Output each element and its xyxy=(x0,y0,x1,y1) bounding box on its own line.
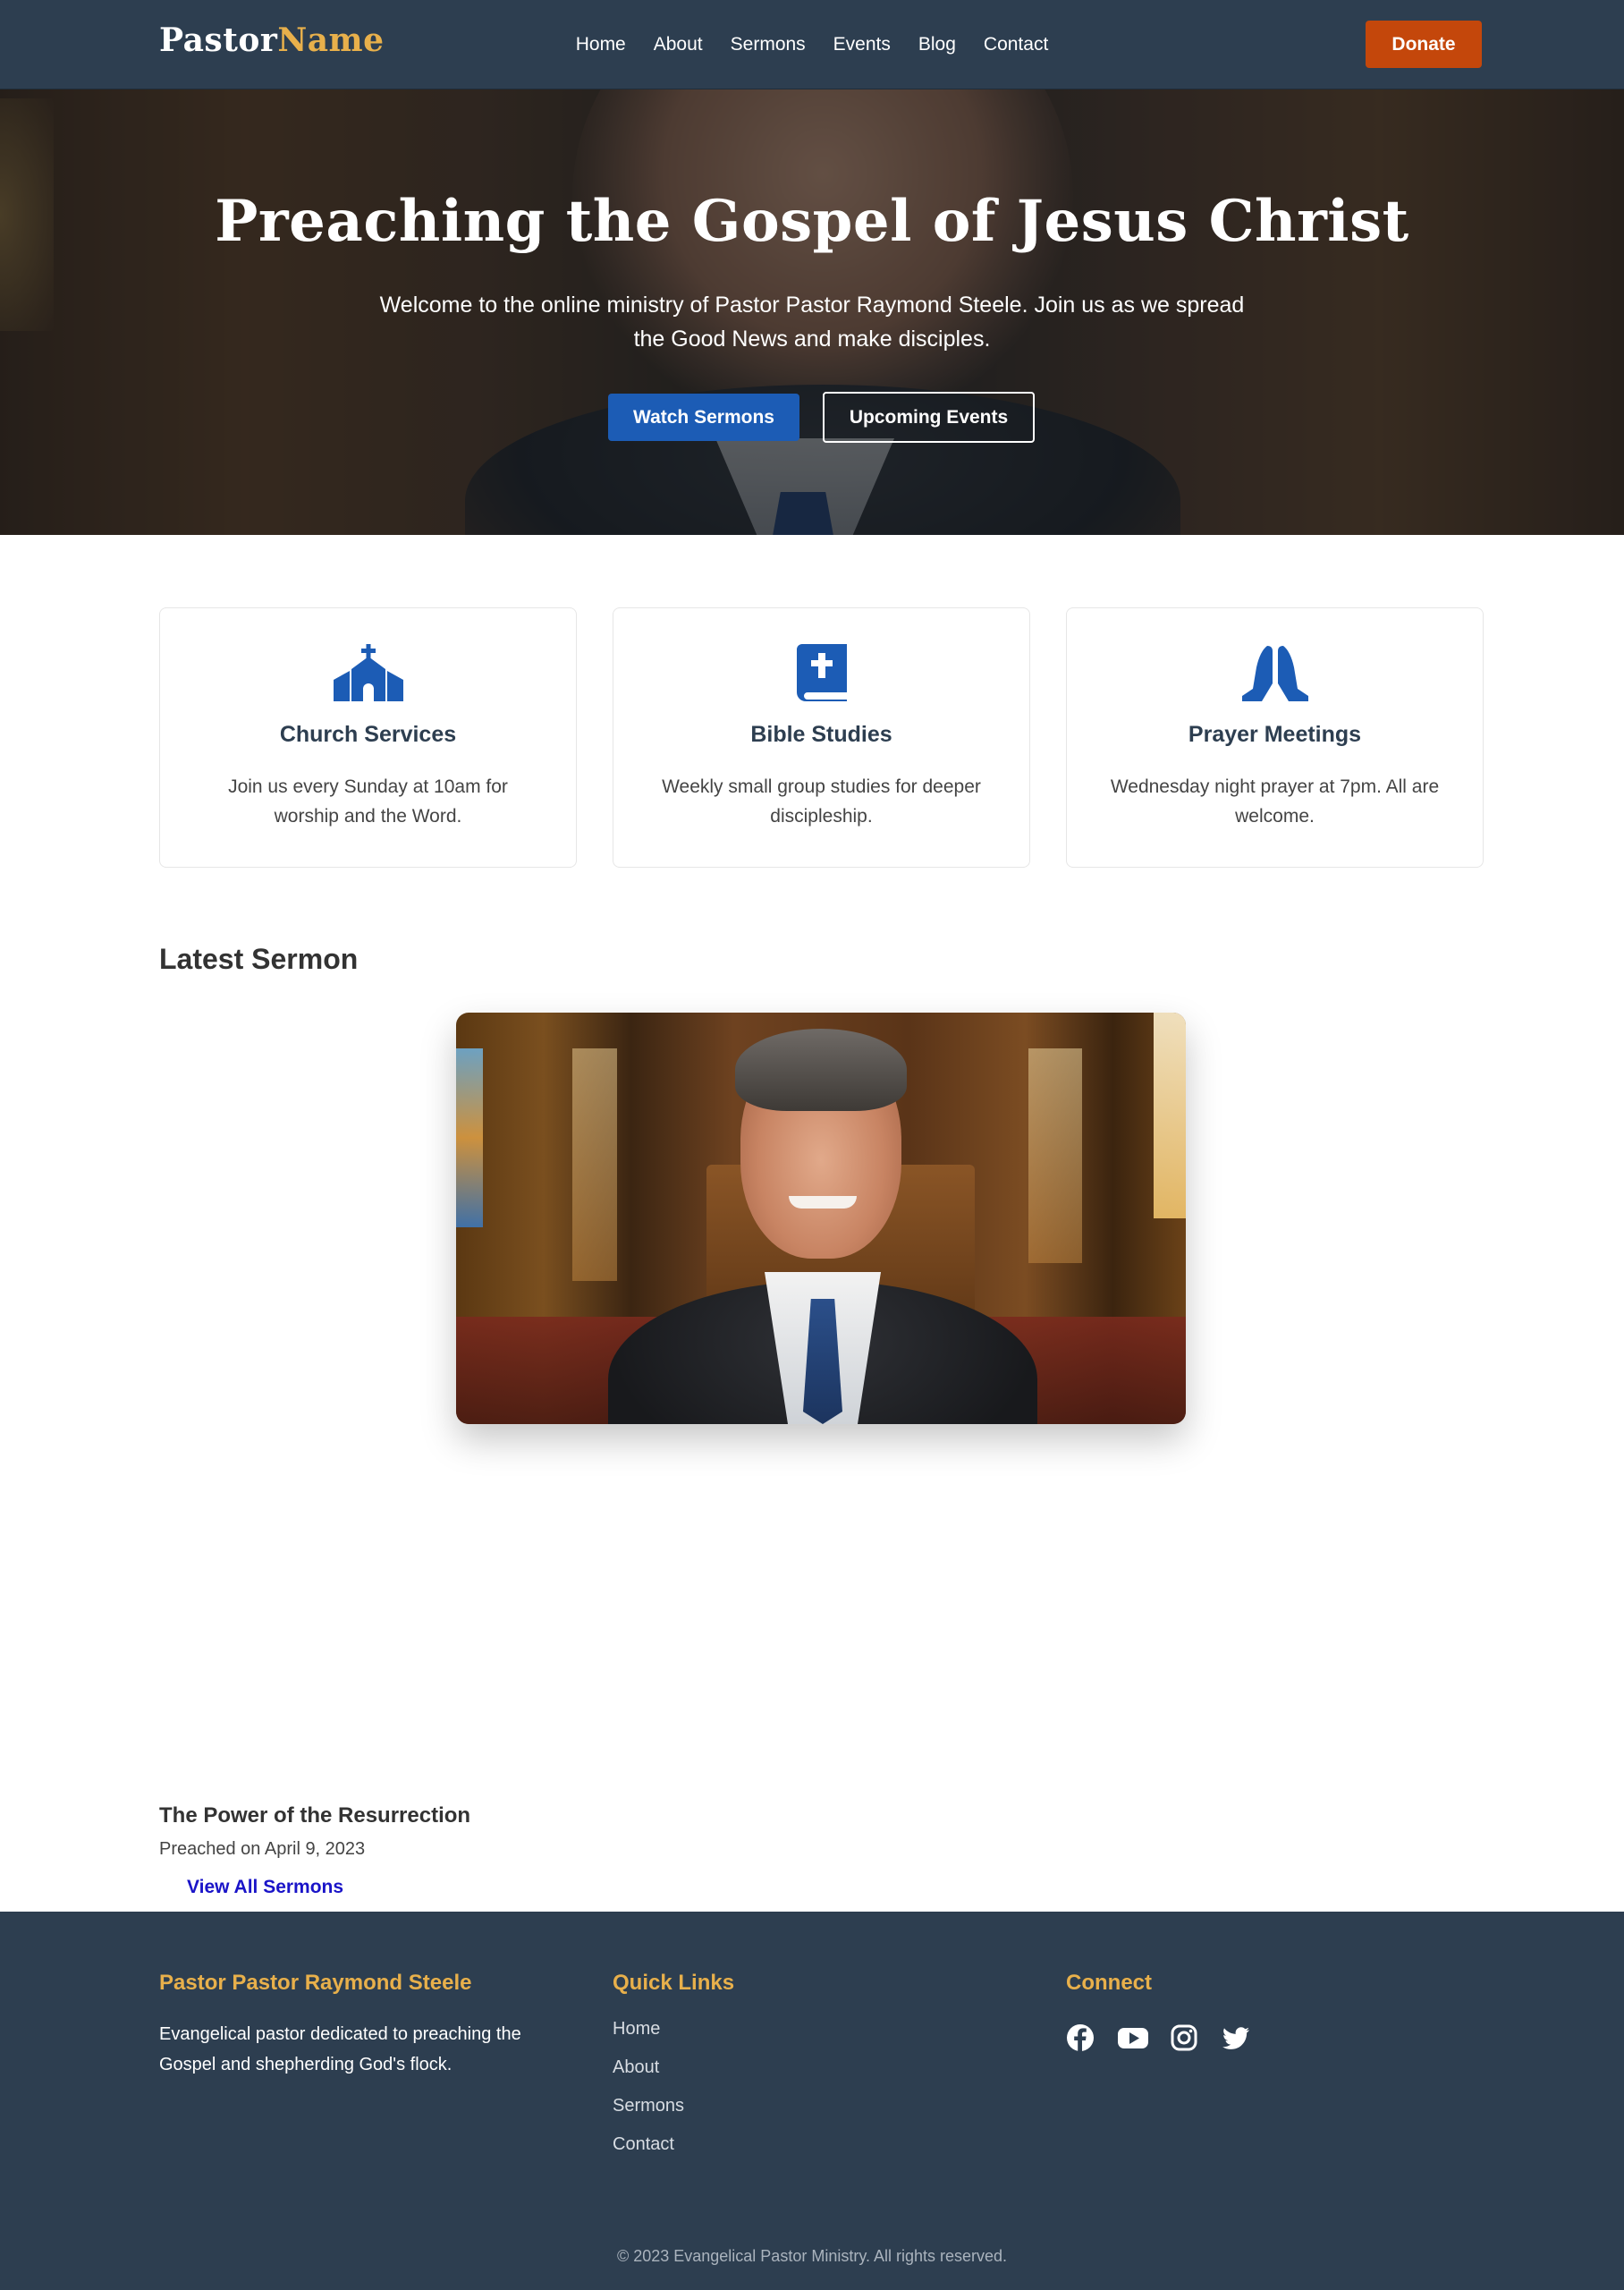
stained-glass-window xyxy=(456,1048,483,1227)
hero-section: Preaching the Gospel of Jesus Christ Wel… xyxy=(0,89,1624,535)
feature-card-church-services: Church Services Join us every Sunday at … xyxy=(159,607,577,868)
footer-links-heading: Quick Links xyxy=(613,1971,735,1995)
feature-title: Bible Studies xyxy=(750,722,892,747)
facebook-icon[interactable] xyxy=(1066,2023,1096,2054)
feature-text: Join us every Sunday at 10am for worship… xyxy=(228,776,508,827)
hero-title: Preaching the Gospel of Jesus Christ xyxy=(215,188,1409,255)
nav-sermons[interactable]: Sermons xyxy=(731,34,806,55)
praying-hands-icon xyxy=(1067,644,1483,701)
feature-text: Wednesday night prayer at 7pm. All are w… xyxy=(1110,776,1440,827)
footer-connect-heading: Connect xyxy=(1066,1971,1152,1995)
footer-about-text: Evangelical pastor dedicated to preachin… xyxy=(159,2024,521,2074)
footer-link-sermons[interactable]: Sermons xyxy=(613,2096,684,2116)
feature-card-prayer-meetings: Prayer Meetings Wednesday night prayer a… xyxy=(1066,607,1484,868)
hero-subtitle: Welcome to the online ministry of Pastor… xyxy=(379,293,1245,352)
church-icon xyxy=(160,644,576,701)
footer-about-heading: Pastor Pastor Raymond Steele xyxy=(159,1971,472,1995)
feature-title: Prayer Meetings xyxy=(1188,722,1362,747)
site-header: PastorName Home About Sermons Events Blo… xyxy=(0,0,1624,89)
footer-link-home[interactable]: Home xyxy=(613,2019,660,2039)
site-footer: Pastor Pastor Raymond Steele Evangelical… xyxy=(0,1912,1624,2290)
youtube-icon[interactable] xyxy=(1118,2023,1148,2054)
instagram-icon[interactable] xyxy=(1170,2023,1200,2054)
nav-about[interactable]: About xyxy=(654,34,703,55)
window-light xyxy=(1028,1048,1082,1263)
bible-icon xyxy=(613,644,1029,701)
logo-text: Pastor xyxy=(159,21,278,59)
nav-home[interactable]: Home xyxy=(576,34,626,55)
sermon-thumbnail-image[interactable] xyxy=(456,1013,1186,1424)
site-logo[interactable]: PastorName xyxy=(159,21,385,59)
social-links xyxy=(1066,2023,1252,2054)
twitter-icon[interactable] xyxy=(1222,2023,1252,2054)
bright-window xyxy=(1154,1013,1186,1218)
upcoming-events-button[interactable]: Upcoming Events xyxy=(823,392,1035,443)
pastor-hair xyxy=(735,1029,907,1111)
view-all-sermons-link[interactable]: View All Sermons xyxy=(187,1877,343,1898)
sermon-title: The Power of the Resurrection xyxy=(159,1803,471,1828)
feature-card-bible-studies: Bible Studies Weekly small group studies… xyxy=(613,607,1030,868)
footer-quick-links: Home About Sermons Contact xyxy=(613,2019,684,2173)
donate-button[interactable]: Donate xyxy=(1366,21,1482,68)
nav-contact[interactable]: Contact xyxy=(984,34,1048,55)
logo-accent-text: Name xyxy=(277,21,385,59)
window-light xyxy=(572,1048,617,1281)
feature-title: Church Services xyxy=(279,722,457,747)
footer-link-about[interactable]: About xyxy=(613,2057,659,2077)
sermon-date: Preached on April 9, 2023 xyxy=(159,1839,366,1859)
latest-sermon-heading: Latest Sermon xyxy=(159,943,359,975)
feature-text: Weekly small group studies for deeper di… xyxy=(662,776,981,827)
nav-events[interactable]: Events xyxy=(833,34,891,55)
nav-blog[interactable]: Blog xyxy=(918,34,956,55)
footer-link-contact[interactable]: Contact xyxy=(613,2134,674,2154)
copyright-text: © 2023 Evangelical Pastor Ministry. All … xyxy=(616,2247,1008,2265)
pastor-smile xyxy=(789,1196,857,1209)
watch-sermons-button[interactable]: Watch Sermons xyxy=(608,394,799,441)
